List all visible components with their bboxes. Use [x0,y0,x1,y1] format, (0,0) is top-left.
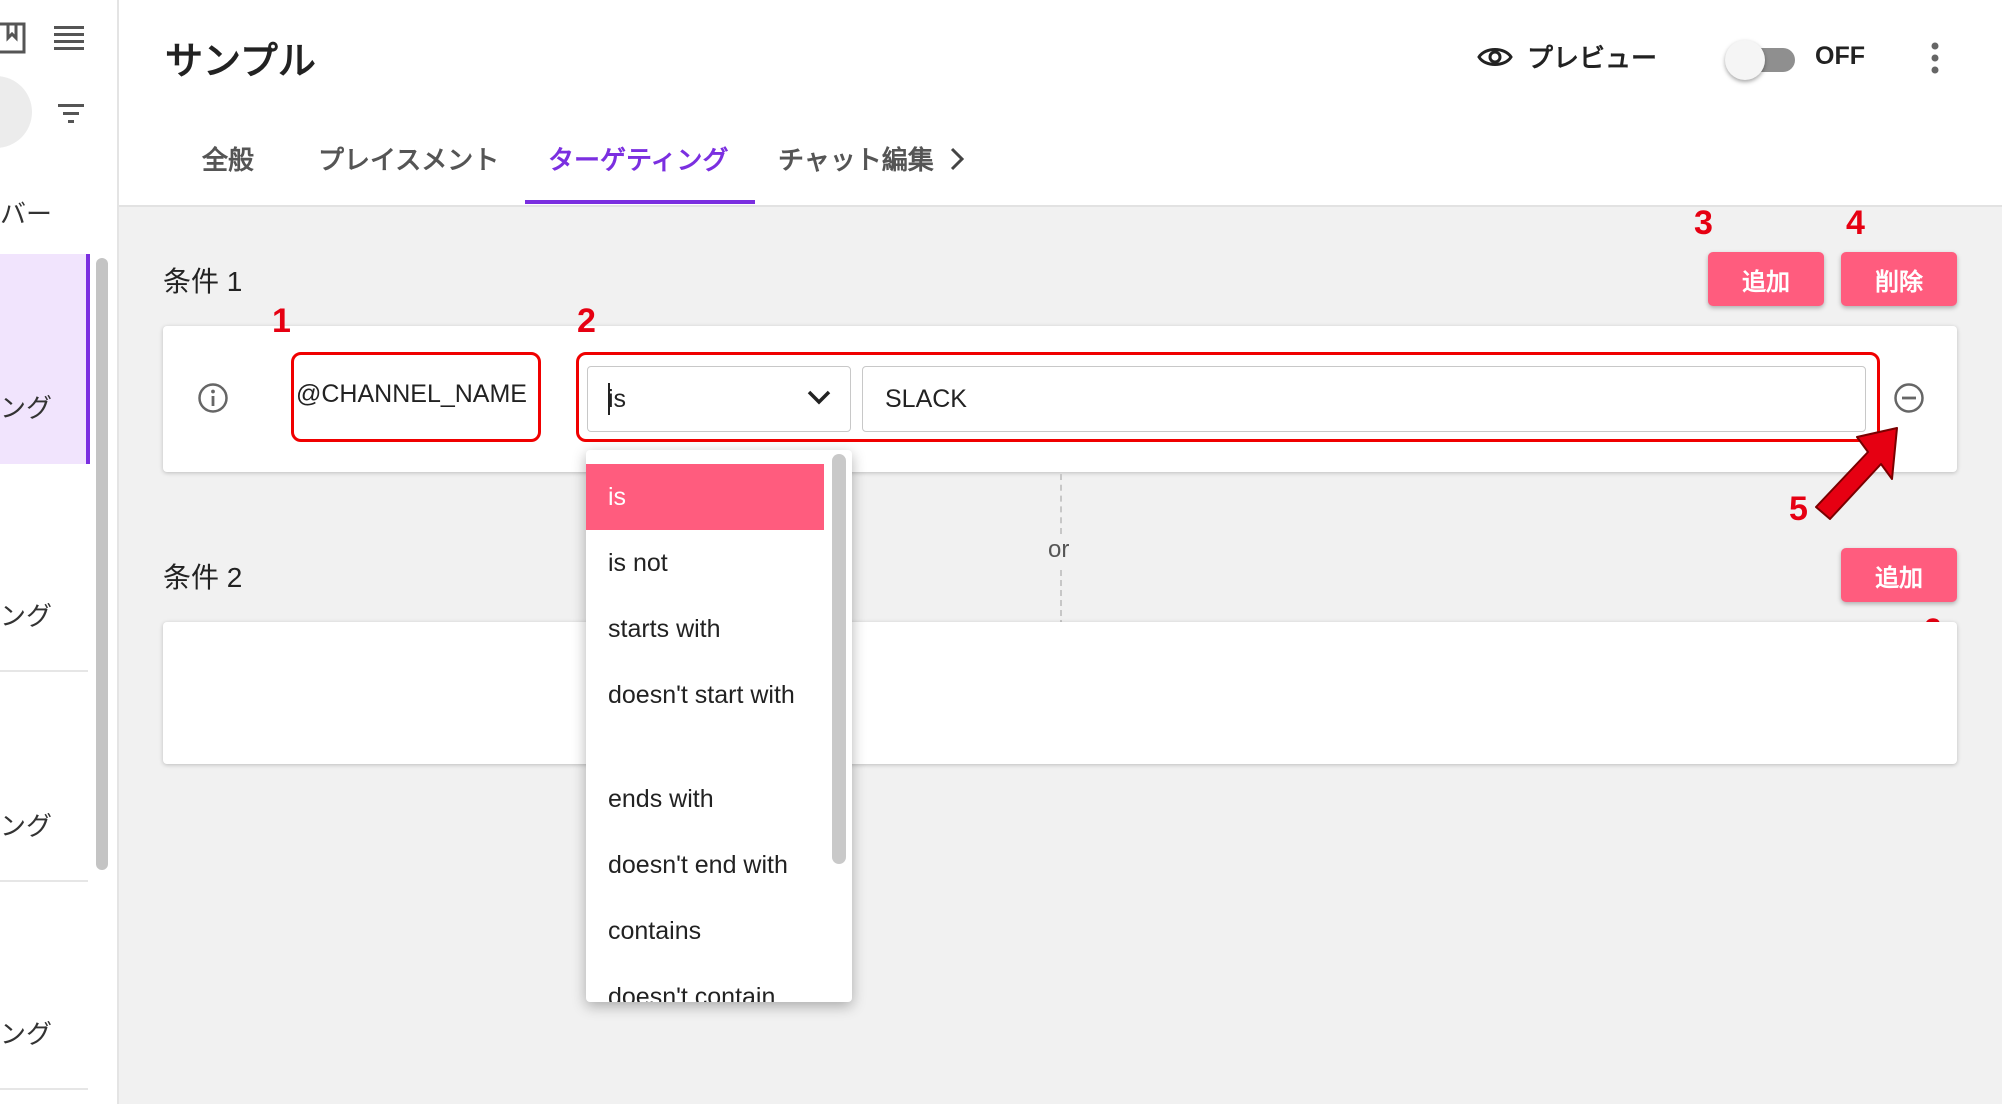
page-title: サンプル [165,41,316,83]
remove-condition-icon[interactable] [1893,382,1925,414]
annotation-number-5: 5 [1789,490,1808,528]
dropdown-option-starts-with[interactable]: starts with [586,596,824,662]
annotation-number-3: 3 [1694,204,1713,242]
sidebar: バー ング ング ング ング [0,0,119,1104]
dropdown-option-contains[interactable]: contains [586,898,824,964]
condition-2-card [163,622,1957,764]
condition-1-title: 条件 1 [163,266,243,297]
list-icon[interactable] [54,26,84,50]
sidebar-item-label[interactable]: ング [0,806,88,843]
or-divider-line [1060,474,1062,534]
sidebar-divider [0,1088,88,1090]
preview-button[interactable]: プレビュー [1477,38,1657,75]
annotation-box-2 [576,352,1880,442]
avatar[interactable] [0,76,32,148]
preview-label: プレビュー [1527,43,1658,73]
sidebar-item-label[interactable]: ング [0,1014,88,1051]
eye-icon [1477,45,1513,69]
or-divider-line [1060,570,1062,626]
tab-active-indicator [525,200,755,204]
dropdown-scrollbar[interactable] [832,454,846,864]
condition-1-delete-button[interactable]: 削除 [1841,252,1957,306]
tab-placement[interactable]: プレイスメント [318,140,499,177]
sidebar-divider [0,670,88,672]
annotation-arrow-icon [1814,420,1904,520]
sidebar-item-label[interactable]: ング [0,388,88,425]
book-icon[interactable] [0,22,26,54]
dropdown-option-doesnt-end-with[interactable]: doesn't end with [586,832,824,898]
toggle-state-label: OFF [1815,42,1865,70]
sidebar-scrollbar[interactable] [96,258,108,870]
sidebar-item-label[interactable]: ング [0,596,88,633]
annotation-box-1 [291,352,541,442]
sidebar-section-label: バー [0,199,53,229]
tab-chat-edit[interactable]: チャット編集 [778,140,934,177]
dropdown-option-ends-with[interactable]: ends with [586,766,824,832]
filter-icon[interactable] [58,104,84,124]
dropdown-option-doesnt-contain[interactable]: doesn't contain [586,964,824,1002]
operator-dropdown: is is not starts with doesn't start with… [586,450,852,1002]
dropdown-option-is-not[interactable]: is not [586,530,824,596]
or-label: or [1048,536,1070,563]
tab-targeting[interactable]: ターゲティング [548,140,728,177]
annotation-number-2: 2 [577,302,596,340]
annotation-number-1: 1 [272,302,291,340]
header: サンプル プレビュー OFF 全般 プレイスメント ターゲティング チャット編集 [119,0,2002,207]
condition-1-add-button[interactable]: 追加 [1708,252,1824,306]
chevron-right-icon[interactable] [949,146,965,172]
more-options-icon[interactable] [1925,38,1945,78]
dropdown-option-is[interactable]: is [586,464,824,530]
condition-2-add-button[interactable]: 追加 [1841,548,1957,602]
annotation-number-4: 4 [1846,204,1865,242]
info-icon[interactable] [197,382,229,414]
tab-general[interactable]: 全般 [202,140,254,177]
dropdown-option-doesnt-start-with[interactable]: doesn't start with [586,662,824,766]
condition-2-title: 条件 2 [163,562,243,593]
toggle-knob [1725,40,1765,80]
sidebar-divider [0,880,88,882]
sidebar-item-selected[interactable] [0,254,90,464]
